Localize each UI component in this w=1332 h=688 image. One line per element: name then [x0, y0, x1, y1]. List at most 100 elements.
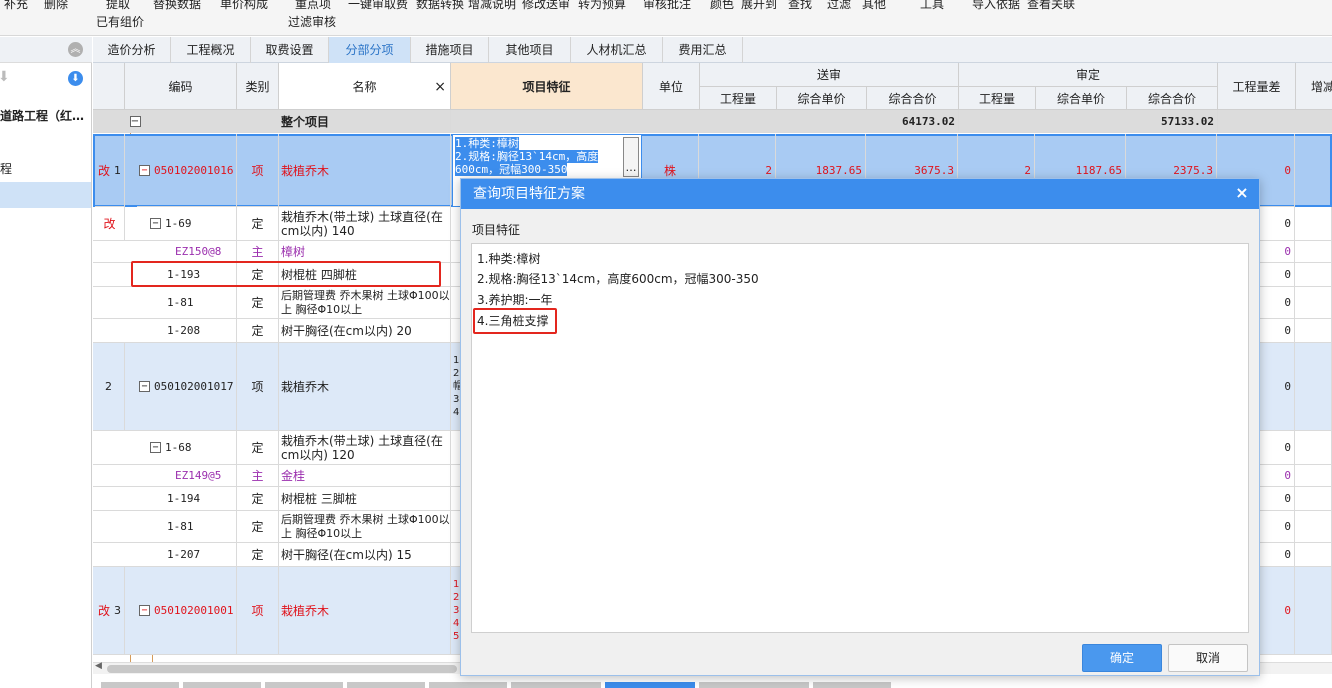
tab-bar: 造价分析 工程概况 取费设置 分部分项 措施项目 其他项目 人材机汇总 费用汇总: [93, 37, 1332, 63]
header-audit-price[interactable]: 综合单价: [1036, 87, 1127, 110]
row-name[interactable]: 樟树: [279, 241, 451, 263]
cancel-button[interactable]: 取消: [1168, 644, 1248, 672]
bottom-tab[interactable]: [101, 682, 179, 688]
toolbar-unit-price-composition[interactable]: 单价构成: [220, 0, 268, 11]
toolbar-to-budget[interactable]: 转为预算: [578, 0, 626, 11]
toolbar-filter[interactable]: 过滤: [827, 0, 851, 11]
row-name[interactable]: 栽植乔木: [279, 567, 451, 655]
bottom-tab[interactable]: [429, 682, 507, 688]
expander-icon[interactable]: −: [139, 164, 150, 176]
toolbar-color[interactable]: 颜色: [710, 0, 734, 11]
row-name[interactable]: 后期管理费 乔木果树 土球Φ100以上 胸径Φ10以上: [279, 287, 451, 319]
row-name[interactable]: 树干胸径(在cm以内) 15: [279, 543, 451, 567]
tab-sub-items[interactable]: 分部分项: [329, 37, 411, 63]
selected-tree-item[interactable]: [0, 182, 91, 208]
toolbar-import-basis[interactable]: 导入依据: [972, 0, 1020, 11]
bottom-tab[interactable]: [183, 682, 261, 688]
project-tree-item[interactable]: 程: [0, 162, 12, 176]
down-arrow-icon[interactable]: ⬇: [0, 70, 10, 84]
ok-button[interactable]: 确定: [1082, 644, 1162, 672]
toolbar-change-note[interactable]: 增减说明: [468, 0, 516, 11]
project-tree-node[interactable]: 道路工程（红…: [0, 109, 84, 123]
row-name[interactable]: 树干胸径(在cm以内) 20: [279, 319, 451, 343]
row-name[interactable]: 栽植乔木: [279, 134, 451, 207]
toolbar-replace-data[interactable]: 替换数据: [153, 0, 201, 11]
toolbar-existing-price[interactable]: 已有组价: [96, 15, 144, 29]
row-name[interactable]: 后期管理费 乔木果树 土球Φ100以上 胸径Φ10以上: [279, 511, 451, 543]
toolbar-key-items[interactable]: 重点项: [295, 0, 331, 11]
expander-icon[interactable]: −: [150, 442, 161, 453]
tab-cost-analysis[interactable]: 造价分析: [93, 37, 171, 63]
header-qty-diff[interactable]: 工程量差: [1218, 63, 1296, 110]
header-submit-qty[interactable]: 工程量: [700, 87, 777, 110]
header-extra[interactable]: 增减: [1296, 63, 1332, 110]
toolbar-delete[interactable]: 删除: [44, 0, 68, 11]
feature-ellipsis-button[interactable]: …: [623, 137, 639, 177]
tab-other-items[interactable]: 其他项目: [489, 37, 571, 63]
expander-icon[interactable]: −: [139, 605, 150, 616]
row-name[interactable]: 栽植乔木(带土球) 土球直径(在cm以内) 120: [279, 431, 451, 465]
tab-project-overview[interactable]: 工程概况: [171, 37, 251, 63]
row-code[interactable]: EZ149@5: [173, 465, 237, 487]
row-code[interactable]: 1-208: [165, 319, 237, 343]
bottom-tab[interactable]: [699, 682, 809, 688]
row-code[interactable]: −1-69: [148, 207, 237, 241]
header-name[interactable]: 名称 ×: [279, 63, 451, 110]
header-submit-price[interactable]: 综合单价: [777, 87, 867, 110]
header-code[interactable]: 编码: [125, 63, 237, 110]
download-icon[interactable]: ⬇: [68, 71, 83, 86]
toolbar-modify-submit[interactable]: 修改送审: [522, 0, 570, 11]
row-name[interactable]: 栽植乔木(带土球) 土球直径(在cm以内) 140: [279, 207, 451, 241]
toolbar-one-click-fee[interactable]: 一键审取费: [348, 0, 408, 11]
tab-labor-material-summary[interactable]: 人材机汇总: [571, 37, 663, 63]
toolbar-extract[interactable]: 提取: [106, 0, 130, 11]
row-code[interactable]: 1-81: [165, 287, 237, 319]
header-audit-qty[interactable]: 工程量: [959, 87, 1036, 110]
row-code[interactable]: 1-81: [165, 511, 237, 543]
row-code[interactable]: EZ150@8: [173, 241, 237, 263]
toolbar-other[interactable]: 其他: [862, 0, 886, 11]
bottom-tab[interactable]: [813, 682, 891, 688]
row-name[interactable]: 金桂: [279, 465, 451, 487]
toolbar-find[interactable]: 查找: [788, 0, 812, 11]
tab-measures[interactable]: 措施项目: [411, 37, 489, 63]
expander-icon[interactable]: −: [139, 381, 150, 392]
toolbar-expand-to[interactable]: 展开到: [741, 0, 777, 11]
row-code[interactable]: −050102001017: [137, 343, 237, 431]
left-panel-header: ︽: [0, 37, 92, 63]
toolbar-tools[interactable]: 工具: [920, 0, 944, 11]
toolbar-supplement[interactable]: 补充: [4, 0, 28, 11]
whole-expander[interactable]: −: [125, 110, 145, 133]
scroll-left-icon[interactable]: ◀: [95, 661, 102, 671]
tab-fee-settings[interactable]: 取费设置: [251, 37, 329, 63]
row-code[interactable]: −050102001016: [137, 134, 237, 207]
bottom-tab[interactable]: [511, 682, 601, 688]
collapse-up-icon[interactable]: ︽: [68, 42, 83, 57]
header-unit[interactable]: 单位: [643, 63, 700, 110]
bottom-tab[interactable]: [347, 682, 425, 688]
header-feature[interactable]: 项目特征: [451, 63, 643, 110]
header-audit-total[interactable]: 综合合价: [1127, 87, 1218, 110]
bottom-tab-active[interactable]: [605, 682, 695, 688]
row-code[interactable]: −1-68: [148, 431, 237, 465]
row-name[interactable]: 栽植乔木: [279, 343, 451, 431]
toolbar-data-convert[interactable]: 数据转换: [416, 0, 464, 11]
row-code[interactable]: 1-194: [165, 487, 237, 511]
toolbar-filter-audit[interactable]: 过滤审核: [288, 15, 336, 29]
header-type[interactable]: 类别: [237, 63, 279, 110]
row-code[interactable]: −050102001001: [137, 567, 237, 655]
header-submit-total[interactable]: 综合合价: [867, 87, 959, 110]
toolbar-audit-note[interactable]: 审核批注: [643, 0, 691, 11]
tab-fee-summary[interactable]: 费用汇总: [663, 37, 743, 63]
expander-icon[interactable]: −: [150, 218, 161, 229]
row-code[interactable]: 1-207: [165, 543, 237, 567]
feature-text-area[interactable]: 1.种类:樟树 2.规格:胸径13`14cm，高度600cm，冠幅300-350…: [471, 243, 1249, 633]
close-icon[interactable]: ×: [434, 79, 446, 95]
feature-editor-text[interactable]: 1.种类:樟树 2.规格:胸径13`14cm，高度 600cm，冠幅300-35…: [455, 137, 599, 176]
row-name[interactable]: 树棍桩 三脚桩: [279, 487, 451, 511]
dialog-close-icon[interactable]: ×: [1233, 184, 1251, 202]
bottom-tab[interactable]: [265, 682, 343, 688]
scrollbar-thumb[interactable]: [107, 665, 457, 673]
whole-expander-icon[interactable]: −: [129, 116, 141, 127]
toolbar-view-relation[interactable]: 查看关联: [1027, 0, 1075, 11]
